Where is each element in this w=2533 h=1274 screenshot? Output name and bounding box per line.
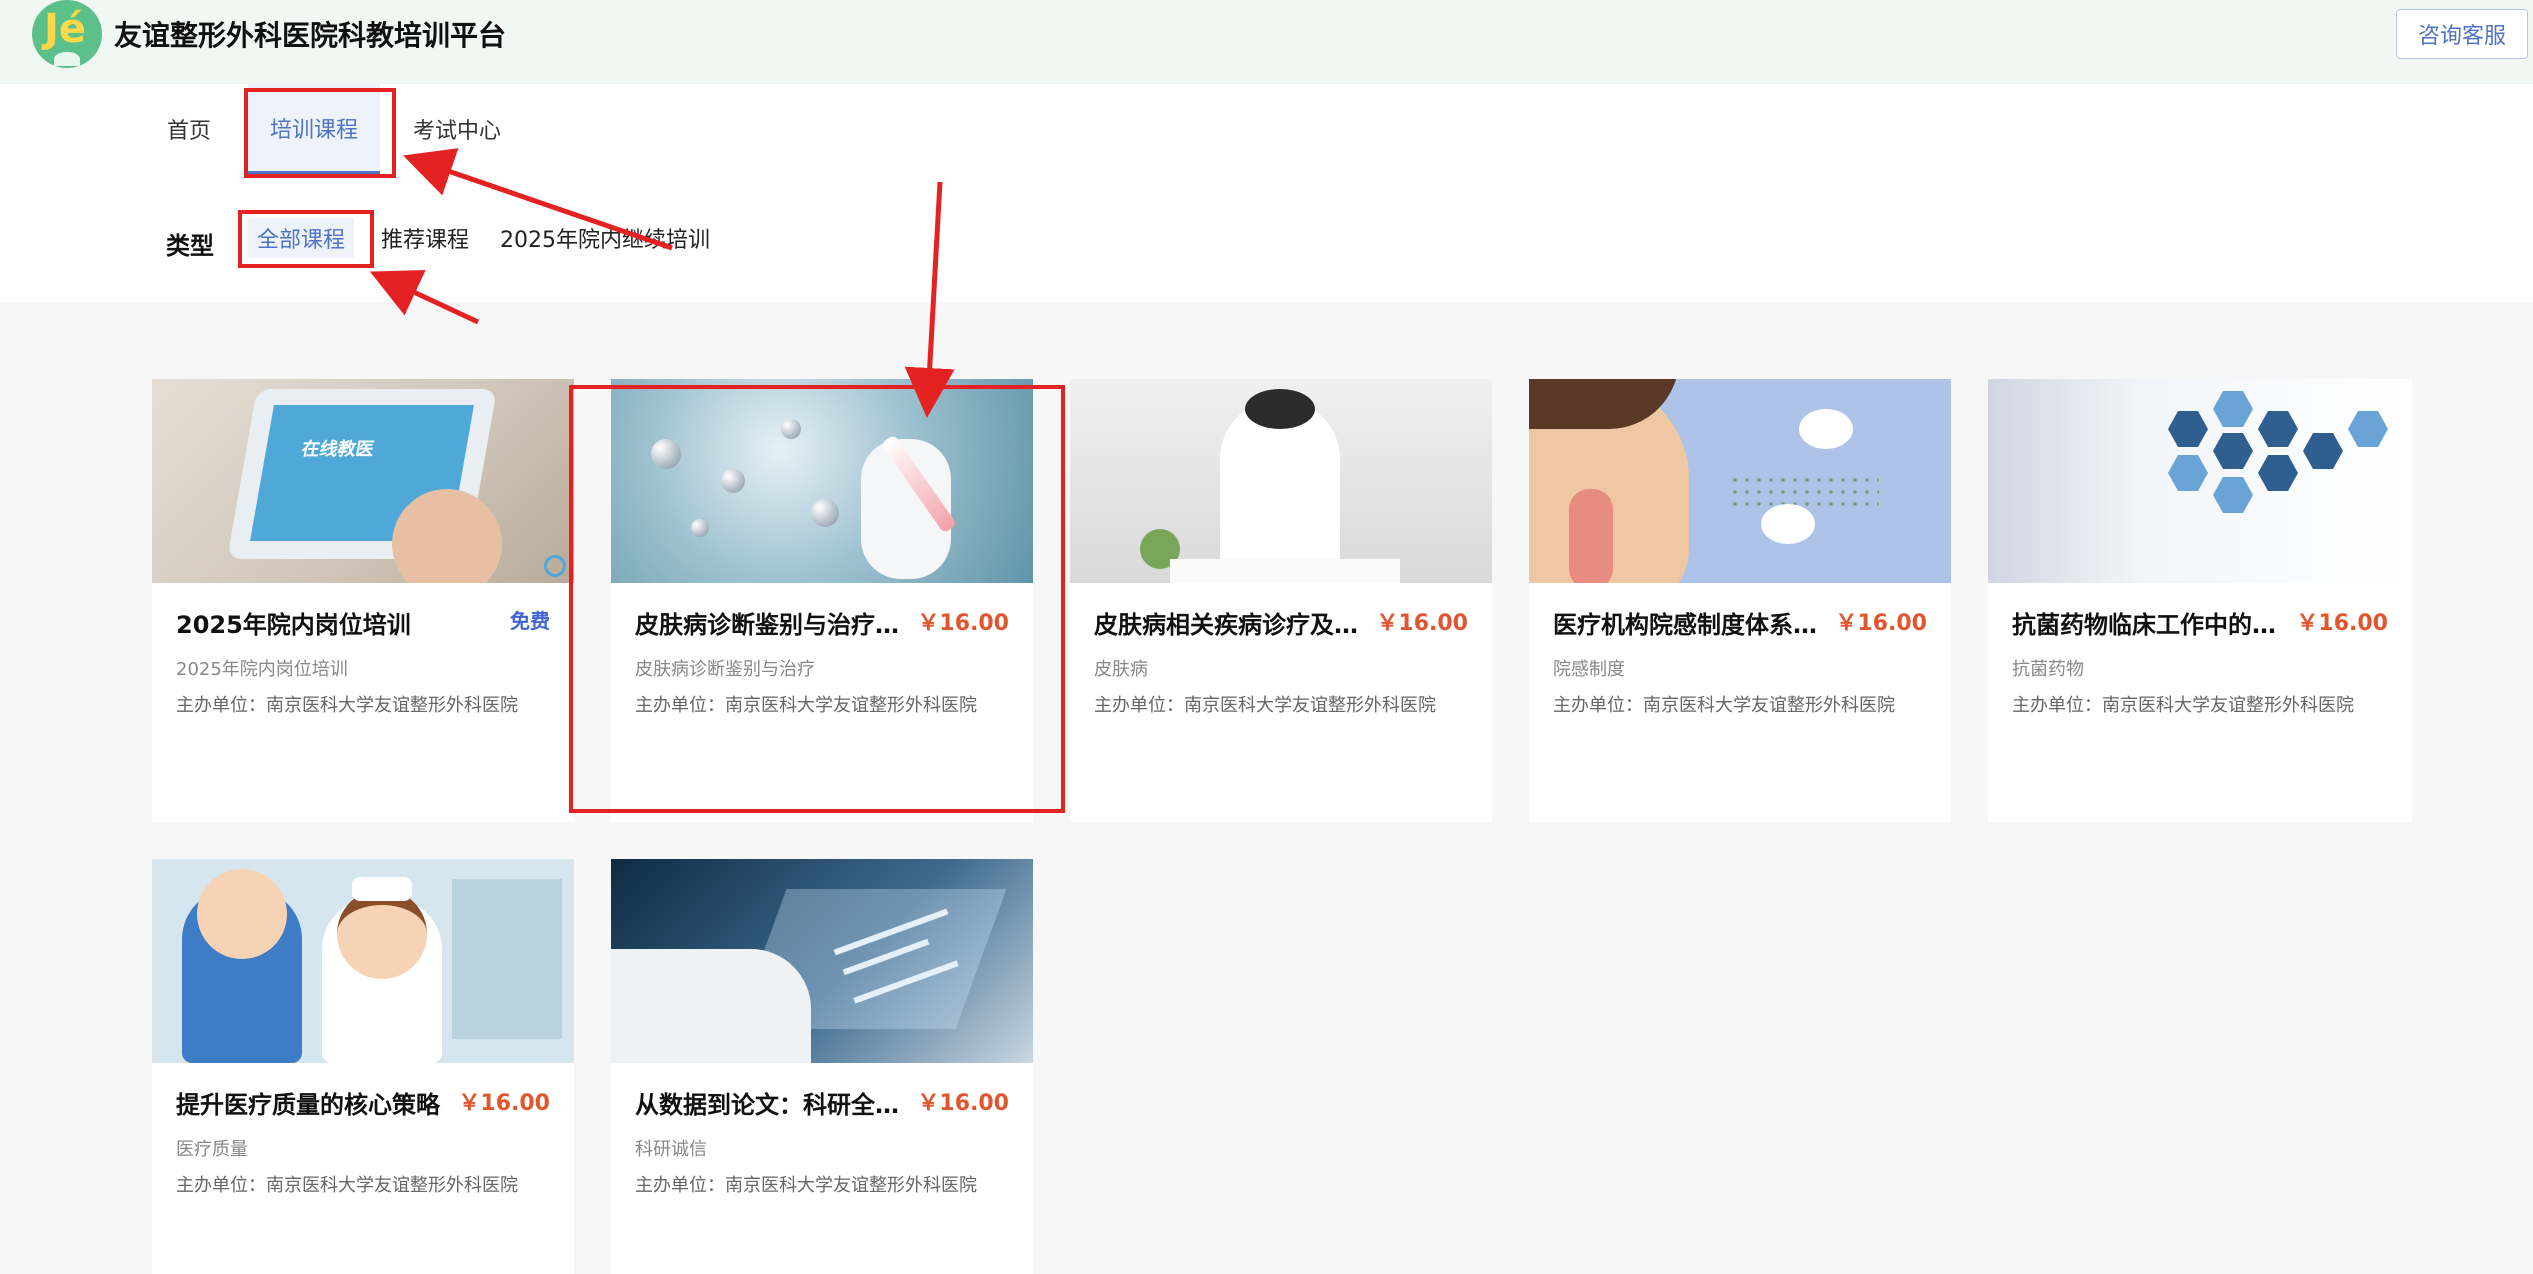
course-cover-image[interactable] bbox=[1070, 379, 1492, 583]
course-price: ￥16.00 bbox=[917, 1091, 1009, 1116]
throat-shape bbox=[1569, 489, 1613, 583]
molecule-icon bbox=[2213, 477, 2253, 513]
course-category: 科研诚信 bbox=[635, 1139, 707, 1160]
filter-type-label: 类型 bbox=[166, 232, 214, 260]
course-title[interactable]: 抗菌药物临床工作中的合… bbox=[2012, 605, 2292, 640]
course-price: ￥16.00 bbox=[2296, 611, 2388, 636]
leaf-icon bbox=[54, 52, 80, 66]
hand-shape bbox=[392, 489, 502, 583]
course-category: 院感制度 bbox=[1553, 659, 1625, 680]
course-title[interactable]: 从数据到论文：科研全流… bbox=[635, 1085, 915, 1120]
heart-icon bbox=[2168, 411, 2208, 447]
course-organizer: 主办单位：南京医科大学友谊整形外科医院 bbox=[1094, 695, 1436, 716]
filter-all-courses[interactable]: 全部课程 bbox=[248, 218, 354, 258]
course-price: ￥16.00 bbox=[917, 611, 1009, 636]
course-title[interactable]: 皮肤病诊断鉴别与治疗能… bbox=[635, 605, 915, 640]
pill-icon bbox=[2303, 433, 2343, 469]
nav-item-training-courses[interactable]: 培训课程 bbox=[248, 84, 380, 174]
course-card-2[interactable]: 皮肤病诊断鉴别与治疗能… ￥16.00 皮肤病诊断鉴别与治疗 主办单位：南京医科… bbox=[611, 379, 1033, 822]
course-cover-image[interactable] bbox=[611, 379, 1033, 583]
course-cover-image[interactable] bbox=[152, 859, 574, 1063]
cross-icon bbox=[2213, 391, 2253, 427]
course-category: 抗菌药物 bbox=[2012, 659, 2084, 680]
course-title[interactable]: 皮肤病相关疾病诊疗及其… bbox=[1094, 605, 1374, 640]
course-organizer: 主办单位：南京医科大学友谊整形外科医院 bbox=[176, 695, 518, 716]
filter-2025-training[interactable]: 2025年院内继续培训 bbox=[500, 218, 710, 258]
molecule-dot bbox=[651, 439, 681, 469]
molecule-dot bbox=[781, 419, 801, 439]
course-organizer: 主办单位：南京医科大学友谊整形外科医院 bbox=[1553, 695, 1895, 716]
filter-recommended-courses[interactable]: 推荐课程 bbox=[374, 218, 476, 258]
course-card-7[interactable]: 从数据到论文：科研全流… ￥16.00 科研诚信 主办单位：南京医科大学友谊整形… bbox=[611, 859, 1033, 1274]
molecule-dot bbox=[811, 499, 839, 527]
course-card-3[interactable]: 皮肤病相关疾病诊疗及其… ￥16.00 皮肤病 主办单位：南京医科大学友谊整形外… bbox=[1070, 379, 1492, 822]
consult-service-button[interactable]: 咨询客服 bbox=[2396, 9, 2528, 59]
course-organizer: 主办单位：南京医科大学友谊整形外科医院 bbox=[635, 1175, 977, 1196]
doctor-face bbox=[197, 869, 287, 959]
doctor-coat-shape bbox=[1988, 379, 2138, 583]
course-cover-image[interactable] bbox=[1988, 379, 2410, 583]
arm-shape bbox=[611, 949, 811, 1063]
course-card-1[interactable]: 在线教医 2025年院内岗位培训 免费 2025年院内岗位培训 主办单位：南京医… bbox=[152, 379, 574, 822]
course-card-4[interactable]: 医疗机构院感制度体系完… ￥16.00 院感制度 主办单位：南京医科大学友谊整形… bbox=[1529, 379, 1951, 822]
site-title: 友谊整形外科医院科教培训平台 bbox=[114, 19, 507, 52]
course-title[interactable]: 医疗机构院感制度体系完… bbox=[1553, 605, 1833, 640]
course-category: 皮肤病诊断鉴别与治疗 bbox=[635, 659, 815, 680]
sink-shape bbox=[1170, 559, 1400, 583]
course-organizer: 主办单位：南京医科大学友谊整形外科医院 bbox=[2012, 695, 2354, 716]
course-price: ￥16.00 bbox=[1376, 611, 1468, 636]
main-nav: 首页 培训课程 考试中心 bbox=[0, 84, 2533, 174]
nurse-face bbox=[337, 889, 427, 979]
nav-item-exam-center[interactable]: 考试中心 bbox=[398, 84, 516, 174]
course-organizer: 主办单位：南京医科大学友谊整形外科医院 bbox=[635, 695, 977, 716]
nav-item-home[interactable]: 首页 bbox=[150, 84, 228, 174]
course-filter-bar: 类型 全部课程 推荐课程 2025年院内继续培训 bbox=[0, 174, 2533, 302]
course-card-6[interactable]: 提升医疗质量的核心策略 ￥16.00 医疗质量 主办单位：南京医科大学友谊整形外… bbox=[152, 859, 574, 1274]
course-title[interactable]: 提升医疗质量的核心策略 bbox=[176, 1085, 456, 1120]
molecule-dot bbox=[691, 519, 709, 537]
course-cover-image[interactable] bbox=[1529, 379, 1951, 583]
hair-shape bbox=[1245, 389, 1315, 429]
molecule-dot bbox=[721, 469, 745, 493]
course-price: 免费 bbox=[510, 609, 550, 633]
course-title[interactable]: 2025年院内岗位培训 bbox=[176, 605, 456, 640]
germ-icon bbox=[1761, 504, 1815, 544]
lab-shelf-shape bbox=[452, 879, 562, 1039]
microbe-icon bbox=[1799, 409, 1853, 449]
course-card-5[interactable]: 抗菌药物临床工作中的合… ￥16.00 抗菌药物 主办单位：南京医科大学友谊整形… bbox=[1988, 379, 2412, 822]
site-logo[interactable]: Jé bbox=[32, 0, 102, 68]
course-price: ￥16.00 bbox=[458, 1091, 550, 1116]
nurse-cap bbox=[352, 877, 412, 901]
camera-icon bbox=[2348, 411, 2388, 447]
cover-screen-text: 在线教医 bbox=[299, 439, 376, 460]
course-category: 皮肤病 bbox=[1094, 659, 1148, 680]
clipboard-icon bbox=[2213, 433, 2253, 469]
course-cover-image[interactable] bbox=[611, 859, 1033, 1063]
course-price: ￥16.00 bbox=[1835, 611, 1927, 636]
course-category: 医疗质量 bbox=[176, 1139, 248, 1160]
logo-text: Jé bbox=[44, 6, 87, 52]
course-organizer: 主办单位：南京医科大学友谊整形外科医院 bbox=[176, 1175, 518, 1196]
people-icon bbox=[2258, 455, 2298, 491]
top-header: Jé 友谊整形外科医院科教培训平台 咨询客服 bbox=[0, 0, 2533, 84]
course-category: 2025年院内岗位培训 bbox=[176, 659, 348, 680]
eye-icon bbox=[2168, 455, 2208, 491]
doctor-icon bbox=[2258, 411, 2298, 447]
eye-icon bbox=[544, 555, 566, 577]
course-cover-image[interactable]: 在线教医 bbox=[152, 379, 574, 583]
